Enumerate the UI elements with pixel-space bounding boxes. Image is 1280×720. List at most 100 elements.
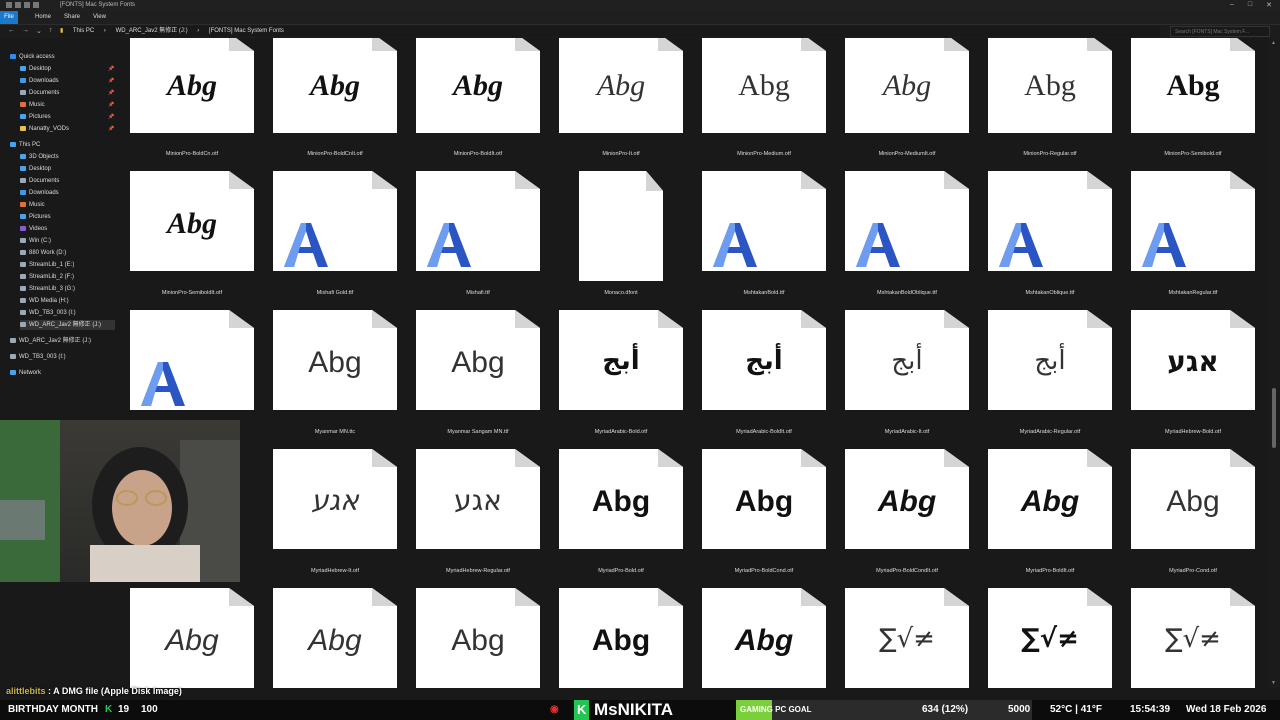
- breadcrumb-item[interactable]: This PC: [73, 28, 94, 34]
- file-item[interactable]: Abg: [273, 588, 397, 688]
- tab-share[interactable]: Share: [59, 11, 85, 24]
- sidebar-item-wd-tb3-003-i-[interactable]: WD_TB3_003 (I:): [20, 308, 115, 318]
- sidebar-item-880-work-d-[interactable]: 880 Work (D:): [20, 248, 115, 258]
- file-item[interactable]: Abg MyriadPro-BoldCond.otf: [702, 449, 826, 589]
- forward-arrow-icon[interactable]: →: [22, 27, 29, 35]
- file-item[interactable]: Abg MyriadPro-BoldCondIt.otf: [845, 449, 969, 589]
- file-item[interactable]: אגע MyriadHebrew-Regular.otf: [416, 449, 540, 589]
- cube-icon: [20, 153, 26, 159]
- file-item[interactable]: Abg MinionPro-BoldIt.otf: [416, 38, 540, 178]
- sidebar-item-win-c-[interactable]: Win (C:): [20, 236, 115, 246]
- breadcrumb-item[interactable]: [FONTS] Mac System Fonts: [209, 28, 284, 34]
- quick-access-toolbar[interactable]: [6, 2, 39, 8]
- sidebar-item-pictures[interactable]: Pictures: [20, 212, 115, 222]
- file-item[interactable]: Mishafi.ttf: [416, 171, 540, 311]
- maximize-icon[interactable]: □: [1248, 1, 1252, 9]
- file-item[interactable]: אגע MyriadHebrew-It.otf: [273, 449, 397, 589]
- file-item[interactable]: Abg MinionPro-MediumIt.otf: [845, 38, 969, 178]
- goal-target: 5000: [1008, 704, 1031, 715]
- file-item[interactable]: MshtakanRegular.ttf: [1131, 171, 1255, 311]
- file-item[interactable]: אגע MyriadHebrew-Bold.otf: [1131, 310, 1255, 450]
- file-item[interactable]: Mishafi Gold.ttf: [273, 171, 397, 311]
- file-item[interactable]: أبج MyriadArabic-Bold.otf: [559, 310, 683, 450]
- tab-view[interactable]: View: [88, 11, 111, 24]
- minimize-icon[interactable]: –: [1230, 1, 1234, 9]
- sidebar-item-music[interactable]: Music: [20, 200, 115, 210]
- file-name: MyriadPro-BoldCond.otf: [734, 568, 794, 574]
- sidebar-item-music[interactable]: Music 📌: [20, 100, 115, 110]
- page-fold: [1230, 38, 1255, 51]
- sidebar-item-desktop[interactable]: Desktop: [20, 164, 115, 174]
- file-item[interactable]: MshtakanBoldOblique.ttf: [845, 171, 969, 311]
- window-controls[interactable]: – □ ✕: [1230, 1, 1272, 9]
- font-preview-glyph: Abg: [309, 69, 360, 102]
- file-item[interactable]: ∑√≠: [845, 588, 969, 688]
- pin-icon: 📌: [108, 102, 115, 108]
- sidebar-item-wd-arc-jav2-j-[interactable]: WD_ARC_Jav2 無修正 (J:): [20, 320, 115, 330]
- sidebar-item-pictures[interactable]: Pictures 📌: [20, 112, 115, 122]
- sidebar-item-nanatty-vods[interactable]: Nanatty_VODs 📌: [20, 124, 115, 134]
- sidebar-item-wd-tb3-003-i-[interactable]: WD_TB3_003 (I:): [10, 352, 115, 362]
- file-item[interactable]: Abg: [130, 588, 254, 688]
- sidebar-item-streamlib-1-e-[interactable]: StreamLib_1 (E:): [20, 260, 115, 270]
- file-item[interactable]: أبج MyriadArabic-BoldIt.otf: [702, 310, 826, 450]
- file-item[interactable]: MshtakanBold.ttf: [702, 171, 826, 311]
- file-item[interactable]: Abg MinionPro-SemiboldIt.otf: [130, 171, 254, 311]
- sidebar-item-wd-arc-jav2-j-[interactable]: WD_ARC_Jav2 無修正 (J:): [10, 336, 115, 346]
- breadcrumb-item[interactable]: WD_ARC_Jav2 無修正 (J:): [116, 28, 188, 34]
- file-name: MyriadHebrew-Regular.otf: [446, 568, 510, 574]
- up-arrow-icon[interactable]: ↑: [49, 27, 53, 35]
- file-item[interactable]: Abg MyriadPro-Cond.otf: [1131, 449, 1255, 589]
- file-item[interactable]: MshtakanOblique.ttf: [988, 171, 1112, 311]
- sidebar-item-downloads[interactable]: Downloads 📌: [20, 76, 115, 86]
- recent-chevron-icon[interactable]: ⌄: [36, 27, 42, 35]
- scroll-up-icon[interactable]: ▲: [1271, 40, 1277, 46]
- scroll-down-icon[interactable]: ▼: [1271, 680, 1277, 686]
- file-item[interactable]: Abg MinionPro-Semibold.otf: [1131, 38, 1255, 178]
- sidebar-item-network[interactable]: Network: [10, 368, 115, 378]
- file-item[interactable]: Abg Myanmar MN.ttc: [273, 310, 397, 450]
- file-item[interactable]: Abg MinionPro-Regular.otf: [988, 38, 1112, 178]
- file-item[interactable]: أبج MyriadArabic-Regular.otf: [988, 310, 1112, 450]
- search-input[interactable]: Search [FONTS] Mac System F...: [1170, 26, 1270, 37]
- file-item[interactable]: ∑√≠: [988, 588, 1112, 688]
- tab-file[interactable]: File: [0, 11, 18, 24]
- sidebar-item-streamlib-3-g-[interactable]: StreamLib_3 (G:): [20, 284, 115, 294]
- sidebar-item-wd-media-h-[interactable]: WD Media (H:): [20, 296, 115, 306]
- file-item[interactable]: Abg: [416, 588, 540, 688]
- file-item[interactable]: Abg MinionPro-It.otf: [559, 38, 683, 178]
- sidebar-item-videos[interactable]: Videos: [20, 224, 115, 234]
- tab-home[interactable]: Home: [30, 11, 56, 24]
- file-item[interactable]: Abg MyriadPro-Bold.otf: [559, 449, 683, 589]
- file-item[interactable]: أبج MyriadArabic-It.otf: [845, 310, 969, 450]
- sidebar-item-desktop[interactable]: Desktop 📌: [20, 64, 115, 74]
- sidebar-item-this-pc[interactable]: This PC: [10, 140, 115, 150]
- sidebar-item-documents[interactable]: Documents: [20, 176, 115, 186]
- sidebar-item-downloads[interactable]: Downloads: [20, 188, 115, 198]
- sidebar-item-label: Win (C:): [29, 238, 51, 244]
- scrollbar-thumb[interactable]: [1272, 388, 1276, 448]
- file-item[interactable]: Abg: [702, 588, 826, 688]
- font-file-a-icon: [427, 223, 471, 267]
- scrollbar[interactable]: ▲ ▼: [1268, 38, 1280, 688]
- file-name: MinionPro-Semibold.otf: [1164, 151, 1222, 157]
- font-preview-glyph: ∑√≠: [879, 624, 935, 654]
- file-item[interactable]: Abg: [559, 588, 683, 688]
- sidebar-item-documents[interactable]: Documents 📌: [20, 88, 115, 98]
- drive-icon: [20, 261, 26, 267]
- file-item[interactable]: Abg MinionPro-Medium.otf: [702, 38, 826, 178]
- file-item[interactable]: Abg MinionPro-BoldCnIt.otf: [273, 38, 397, 178]
- breadcrumb[interactable]: ▮ This PC › WD_ARC_Jav2 無修正 (J:) › [FONT…: [60, 26, 1160, 37]
- back-arrow-icon[interactable]: ←: [8, 27, 15, 35]
- drive-icon: [20, 249, 26, 255]
- file-item[interactable]: Abg MyriadPro-BoldIt.otf: [988, 449, 1112, 589]
- sidebar-item-3d-objects[interactable]: 3D Objects: [20, 152, 115, 162]
- file-item[interactable]: ∑√≠: [1131, 588, 1255, 688]
- sidebar-item-quick-access[interactable]: Quick access: [10, 52, 115, 62]
- file-item[interactable]: Monaco.dfont: [559, 171, 683, 311]
- font-file-a-icon: [284, 223, 328, 267]
- file-item[interactable]: Abg Myanmar Sangam MN.ttf: [416, 310, 540, 450]
- sidebar-item-streamlib-2-f-[interactable]: StreamLib_2 (F:): [20, 272, 115, 282]
- file-item[interactable]: Abg MinionPro-BoldCn.otf: [130, 38, 254, 178]
- close-icon[interactable]: ✕: [1266, 1, 1272, 9]
